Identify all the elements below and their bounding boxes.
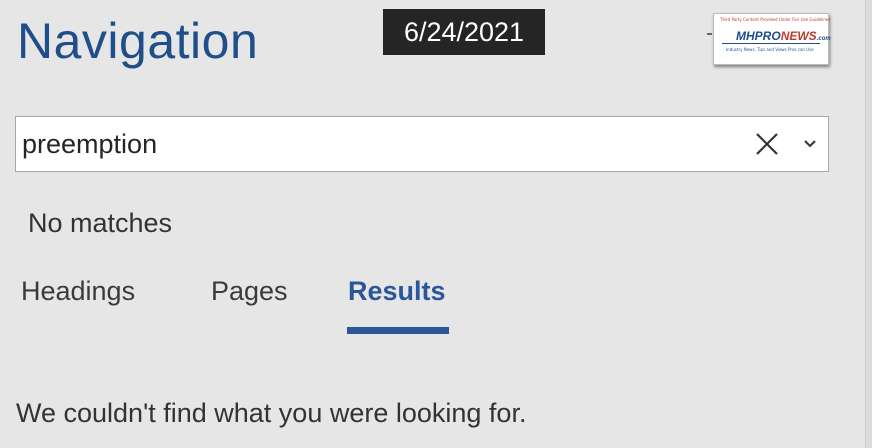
navigation-pane: Navigation 6/24/2021 Third Party Content… — [0, 0, 866, 448]
logo-rule — [722, 43, 820, 44]
logo-tagline: Third Party Content Provided Under Fair … — [720, 17, 831, 22]
logo-word-mh: MH — [736, 29, 755, 43]
chevron-down-icon-glyph — [804, 140, 816, 148]
logo-word-com: .com — [816, 36, 831, 42]
status-text: No matches — [28, 208, 173, 238]
pane-title: Navigation — [17, 13, 259, 69]
search-box — [15, 116, 829, 172]
logo-wordmark: MHPRONEWS.com — [736, 29, 831, 43]
search-input[interactable] — [22, 125, 722, 163]
tab-headings[interactable]: Headings — [21, 276, 135, 307]
mhpronews-logo: Third Party Content Provided Under Fair … — [713, 13, 831, 65]
results-message: We couldn't find what you were looking f… — [16, 398, 527, 428]
chevron-down-icon[interactable] — [800, 134, 820, 154]
tab-bar: Headings Pages Results — [0, 270, 866, 340]
logo-word-news: NEWS — [780, 29, 817, 43]
tab-pages[interactable]: Pages — [211, 276, 288, 307]
date-stamp: 6/24/2021 — [383, 9, 545, 55]
active-tab-indicator — [347, 327, 449, 334]
pane-scrollbar[interactable] — [865, 0, 872, 448]
tab-results[interactable]: Results — [348, 276, 446, 307]
logo-subtitle: Industry News, Tips and Views Pros can U… — [726, 47, 814, 52]
logo-word-pro: PRO — [754, 29, 781, 43]
divider — [707, 33, 712, 35]
close-icon-glyph — [756, 133, 778, 155]
close-icon[interactable] — [752, 129, 782, 159]
